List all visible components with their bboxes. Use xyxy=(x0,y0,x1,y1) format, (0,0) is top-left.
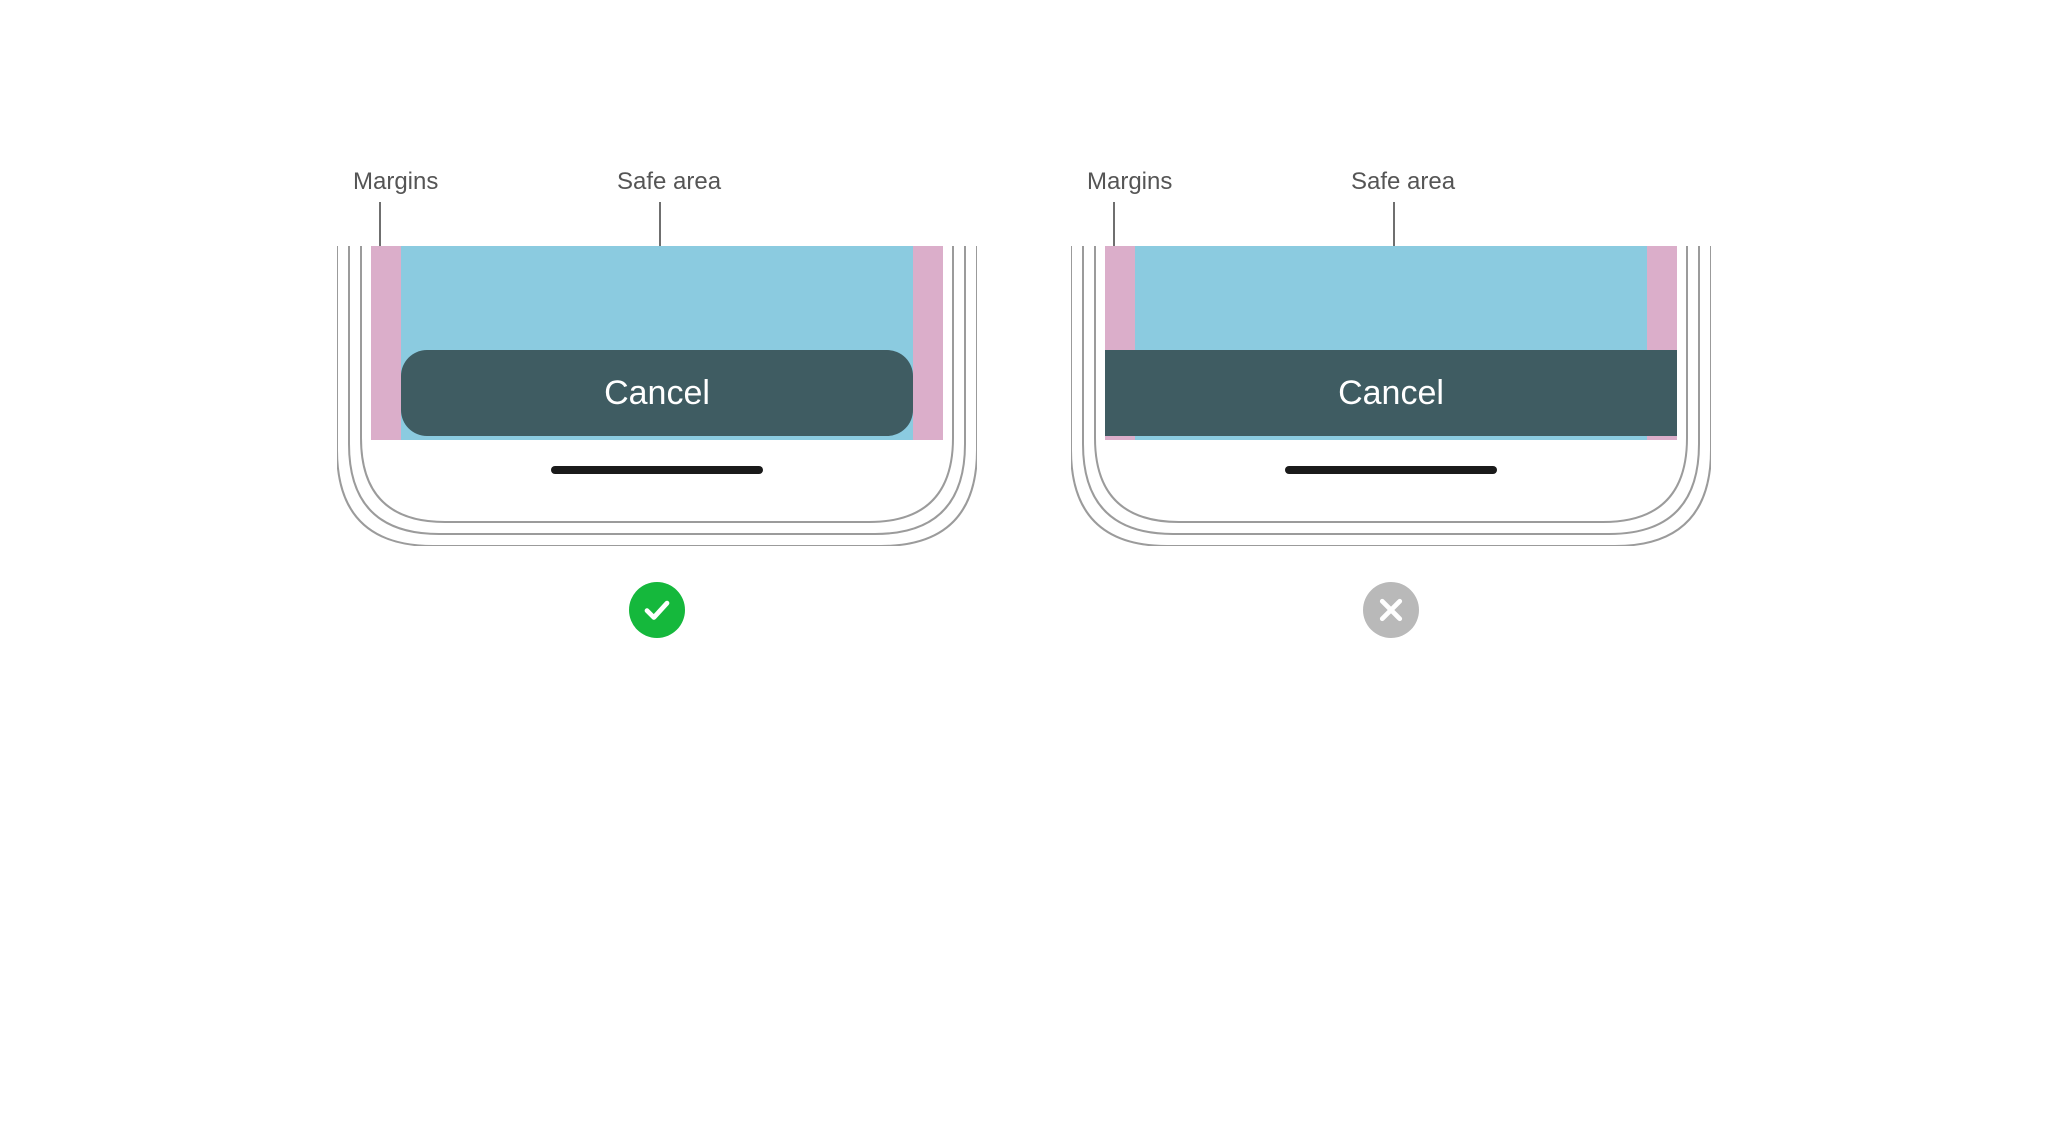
device-frame: Cancel xyxy=(1071,246,1711,546)
safe-area-label: Safe area xyxy=(1351,168,1455,196)
close-icon xyxy=(1376,595,1406,625)
safe-area-label: Safe area xyxy=(617,168,721,196)
margin-region-right xyxy=(913,246,943,440)
cancel-button-label: Cancel xyxy=(604,374,710,413)
correct-indicator xyxy=(629,582,685,638)
check-icon xyxy=(642,595,672,625)
correct-example: Margins Safe area Cancel xyxy=(337,168,977,638)
incorrect-indicator xyxy=(1363,582,1419,638)
cancel-button-label: Cancel xyxy=(1338,374,1444,413)
margin-region-left xyxy=(371,246,401,440)
cancel-button-correct: Cancel xyxy=(401,350,913,436)
cancel-button-incorrect: Cancel xyxy=(1105,350,1677,436)
home-indicator xyxy=(1285,466,1497,474)
device-screen: Cancel xyxy=(371,246,943,496)
correct-labels: Margins Safe area xyxy=(337,168,977,246)
layout-diagram: Margins Safe area Cancel xyxy=(0,0,2048,1145)
margins-label: Margins xyxy=(1087,168,1172,196)
incorrect-example: Margins Safe area Cancel xyxy=(1071,168,1711,638)
device-screen: Cancel xyxy=(1105,246,1677,496)
incorrect-labels: Margins Safe area xyxy=(1071,168,1711,246)
margins-label: Margins xyxy=(353,168,438,196)
device-frame: Cancel xyxy=(337,246,977,546)
home-indicator xyxy=(551,466,763,474)
